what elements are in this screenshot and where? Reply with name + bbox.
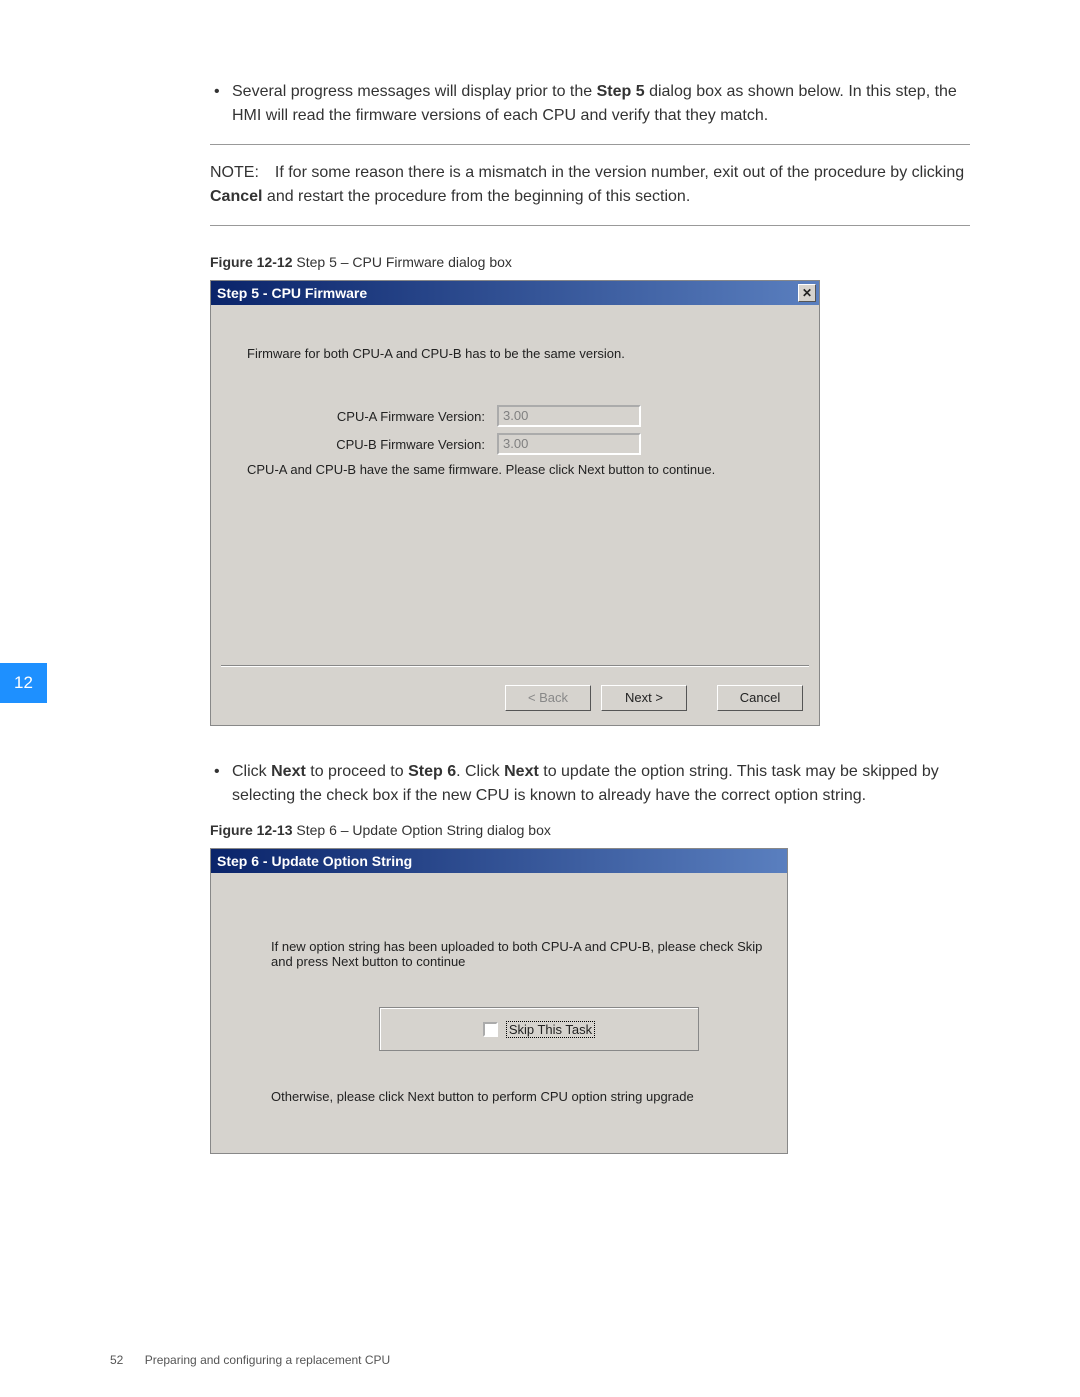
cpu-a-version-row: CPU-A Firmware Version: 3.00: [247, 405, 783, 427]
page-number: 52: [110, 1353, 123, 1367]
figure-caption-12-13: Figure 12-13 Step 6 – Update Option Stri…: [210, 822, 970, 838]
footer-text: Preparing and configuring a replacement …: [145, 1353, 390, 1367]
dialog2-message-1: If new option string has been uploaded t…: [271, 939, 769, 969]
bullet-text: Click Next to proceed to Step 6. Click N…: [232, 760, 970, 808]
cpu-b-version-label: CPU-B Firmware Version:: [247, 437, 497, 452]
separator-line: [210, 144, 970, 145]
dialog-step5-cpu-firmware: Step 5 - CPU Firmware ✕ Firmware for bot…: [210, 280, 820, 726]
bullet-item-step6: • Click Next to proceed to Step 6. Click…: [210, 760, 970, 808]
dialog-message-2: CPU-A and CPU-B have the same firmware. …: [247, 461, 783, 479]
bullet-item-step5: • Several progress messages will display…: [210, 80, 970, 128]
skip-task-label: Skip This Task: [506, 1021, 595, 1038]
text-bold: Step 6: [408, 763, 456, 780]
cpu-b-version-row: CPU-B Firmware Version: 3.00: [247, 433, 783, 455]
close-button[interactable]: ✕: [798, 284, 816, 302]
cpu-b-version-field: 3.00: [497, 433, 641, 455]
dialog-step6-update-option-string: Step 6 - Update Option String If new opt…: [210, 848, 788, 1154]
dialog-titlebar: Step 5 - CPU Firmware ✕: [211, 281, 819, 305]
bullet-text: Several progress messages will display p…: [232, 80, 970, 128]
dialog-message-1: Firmware for both CPU-A and CPU-B has to…: [247, 345, 783, 363]
bullet-dot-icon: •: [210, 80, 232, 128]
dialog-title: Step 6 - Update Option String: [217, 853, 412, 869]
page-footer: 52 Preparing and configuring a replaceme…: [110, 1353, 390, 1367]
figure-desc: Step 5 – CPU Firmware dialog box: [292, 254, 511, 270]
text-bold: Next: [271, 763, 306, 780]
text-fragment: Several progress messages will display p…: [232, 83, 597, 100]
text-bold: Next: [504, 763, 539, 780]
note-text: and restart the procedure from the begin…: [262, 188, 690, 205]
chapter-side-tab: 12: [0, 663, 47, 703]
dialog2-message-2: Otherwise, please click Next button to p…: [271, 1089, 769, 1104]
skip-task-checkbox[interactable]: [483, 1022, 498, 1037]
note-text: NOTE: If for some reason there is a mism…: [210, 164, 964, 181]
dialog-title: Step 5 - CPU Firmware: [217, 285, 367, 301]
next-button[interactable]: Next >: [601, 685, 687, 711]
note-bold: Cancel: [210, 188, 262, 205]
cpu-a-version-label: CPU-A Firmware Version:: [247, 409, 497, 424]
dialog-titlebar: Step 6 - Update Option String: [211, 849, 787, 873]
text-bold: Step 5: [597, 83, 645, 100]
cancel-button[interactable]: Cancel: [717, 685, 803, 711]
bullet-dot-icon: •: [210, 760, 232, 808]
text-fragment: . Click: [456, 763, 504, 780]
figure-caption-12-12: Figure 12-12 Step 5 – CPU Firmware dialo…: [210, 254, 970, 270]
back-button[interactable]: < Back: [505, 685, 591, 711]
figure-number: Figure 12-13: [210, 822, 292, 838]
skip-task-frame: Skip This Task: [379, 1007, 699, 1051]
figure-number: Figure 12-12: [210, 254, 292, 270]
button-separator: [221, 665, 809, 667]
figure-desc: Step 6 – Update Option String dialog box: [292, 822, 550, 838]
separator-line: [210, 225, 970, 226]
dialog-button-row: < Back Next > Cancel: [505, 685, 803, 711]
note-block: NOTE: If for some reason there is a mism…: [210, 161, 970, 209]
cpu-a-version-field: 3.00: [497, 405, 641, 427]
text-fragment: Click: [232, 763, 271, 780]
text-fragment: to proceed to: [306, 763, 408, 780]
